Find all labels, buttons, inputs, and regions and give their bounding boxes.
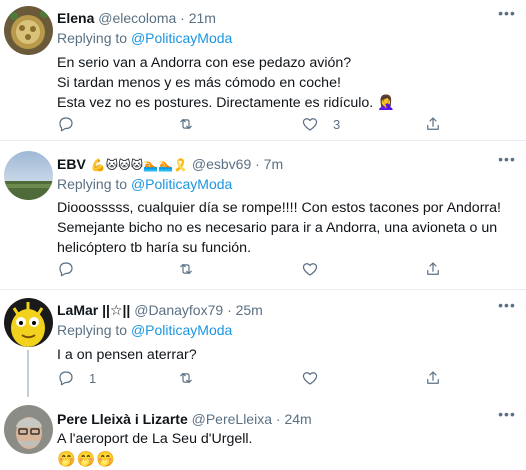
timestamp[interactable]: · 24m [276, 411, 312, 427]
tweet[interactable]: Pere Lleixà i Lizarte @PereLleixa · 24m … [0, 397, 526, 470]
retweet-icon [180, 372, 192, 384]
tweet-actions: 1 [57, 368, 447, 388]
reply-button[interactable] [57, 114, 89, 134]
replying-prefix: Replying to [57, 322, 128, 338]
tweet-text-line: Esta vez no es postures. Directamente es… [57, 94, 395, 111]
display-name[interactable]: EBV [57, 156, 86, 172]
like-icon [302, 263, 318, 276]
tweet-header: LaMar ||☆|| @Danayfox79 · 25m ••• [57, 298, 516, 320]
tweet-actions: 3 [57, 114, 447, 134]
tweet-text-line: Semejante bicho no es necesario para ir … [57, 219, 498, 236]
retweet-icon [180, 263, 192, 275]
replying-to: Replying to @PoliticayModa [57, 174, 516, 194]
reply-icon [59, 371, 73, 386]
tweet-text-line: I a on pensen aterrar? [57, 347, 197, 363]
replying-prefix: Replying to [57, 30, 128, 46]
tweet-header: Pere Lleixà i Lizarte @PereLleixa · 24m … [57, 407, 516, 429]
replying-to: Replying to @PoliticayModa [57, 320, 516, 340]
tweet-text-line: Diooosssss, cualquier día se rompe!!!! C… [57, 200, 501, 216]
like-button[interactable] [301, 259, 333, 279]
replying-prefix: Replying to [57, 176, 128, 192]
share-icon [427, 371, 439, 384]
tweet-header: Elena @elecoloma · 21m ••• [57, 6, 516, 28]
tweet-text-line: A l'aeroport de La Seu d'Urgell. [57, 431, 253, 447]
user-handle[interactable]: @elecoloma [98, 10, 176, 26]
timestamp[interactable]: · 7m [255, 156, 283, 172]
tweet[interactable]: EBV 💪🐱🐱🐱🏊🏊🎗️ @esbv69 · 7m ••• Replying t… [0, 141, 526, 289]
retweet-button[interactable] [177, 259, 209, 279]
tweet-text-line: En serio van a Andorra con ese pedazo av… [57, 55, 352, 71]
like-button[interactable]: 3 [301, 114, 340, 134]
thread-line [27, 350, 29, 397]
tweet-text-line: Si tardan menos y es más cómodo en coche… [57, 74, 341, 91]
timestamp[interactable]: · 25m [227, 302, 263, 318]
reply-count: 1 [89, 370, 97, 386]
tweet[interactable]: Elena @elecoloma · 21m ••• Replying to @… [0, 0, 526, 140]
user-handle[interactable]: @Danayfox79 [134, 302, 223, 318]
like-icon [302, 118, 318, 131]
share-icon [427, 117, 439, 130]
share-icon [427, 262, 439, 275]
reply-icon [59, 262, 73, 277]
tweet-text-line: helicóptero tb haría su función. [57, 239, 252, 256]
retweet-button[interactable] [177, 368, 209, 388]
reply-button[interactable] [57, 259, 89, 279]
user-handle[interactable]: @PereLleixa [192, 411, 272, 427]
avatar[interactable] [4, 151, 53, 200]
tweet-text: A l'aeroport de La Seu d'Urgell. 🤭🤭🤭 [57, 430, 516, 470]
display-name[interactable]: LaMar ||☆|| [57, 302, 130, 318]
tweet[interactable]: LaMar ||☆|| @Danayfox79 · 25m ••• Replyi… [0, 290, 526, 397]
replying-to: Replying to @PoliticayModa [57, 28, 516, 48]
more-icon[interactable]: ••• [498, 407, 516, 427]
mention-link[interactable]: @PoliticayModa [131, 176, 232, 192]
share-button[interactable] [424, 368, 442, 388]
more-icon[interactable]: ••• [498, 298, 516, 318]
tweet-header: EBV 💪🐱🐱🐱🏊🏊🎗️ @esbv69 · 7m ••• [57, 152, 516, 174]
share-button[interactable] [424, 114, 442, 134]
display-name[interactable]: Elena [57, 10, 94, 26]
user-handle[interactable]: @esbv69 [192, 156, 251, 172]
avatar[interactable] [4, 298, 53, 347]
mention-link[interactable]: @PoliticayModa [131, 30, 232, 46]
retweet-button[interactable] [177, 114, 209, 134]
tweet-actions [57, 259, 447, 279]
more-icon[interactable]: ••• [498, 152, 516, 172]
like-count: 3 [333, 116, 341, 132]
tweet-text: Diooosssss, cualquier día se rompe!!!! C… [57, 199, 516, 258]
like-button[interactable] [301, 368, 333, 388]
share-button[interactable] [424, 259, 442, 279]
more-icon[interactable]: ••• [498, 6, 516, 26]
tweet-text: I a on pensen aterrar? [57, 346, 516, 366]
retweet-icon [180, 118, 192, 130]
timestamp[interactable]: · 21m [180, 10, 216, 26]
name-emoji: 💪🐱🐱🐱🏊🏊🎗️ [90, 158, 188, 172]
like-icon [302, 372, 318, 385]
display-name[interactable]: Pere Lleixà i Lizarte [57, 411, 188, 427]
avatar[interactable] [4, 405, 53, 454]
avatar[interactable] [4, 6, 53, 55]
reply-button[interactable]: 1 [57, 368, 96, 388]
reply-icon [59, 117, 73, 132]
tweet-text: En serio van a Andorra con ese pedazo av… [57, 54, 516, 113]
mention-link[interactable]: @PoliticayModa [131, 322, 232, 338]
